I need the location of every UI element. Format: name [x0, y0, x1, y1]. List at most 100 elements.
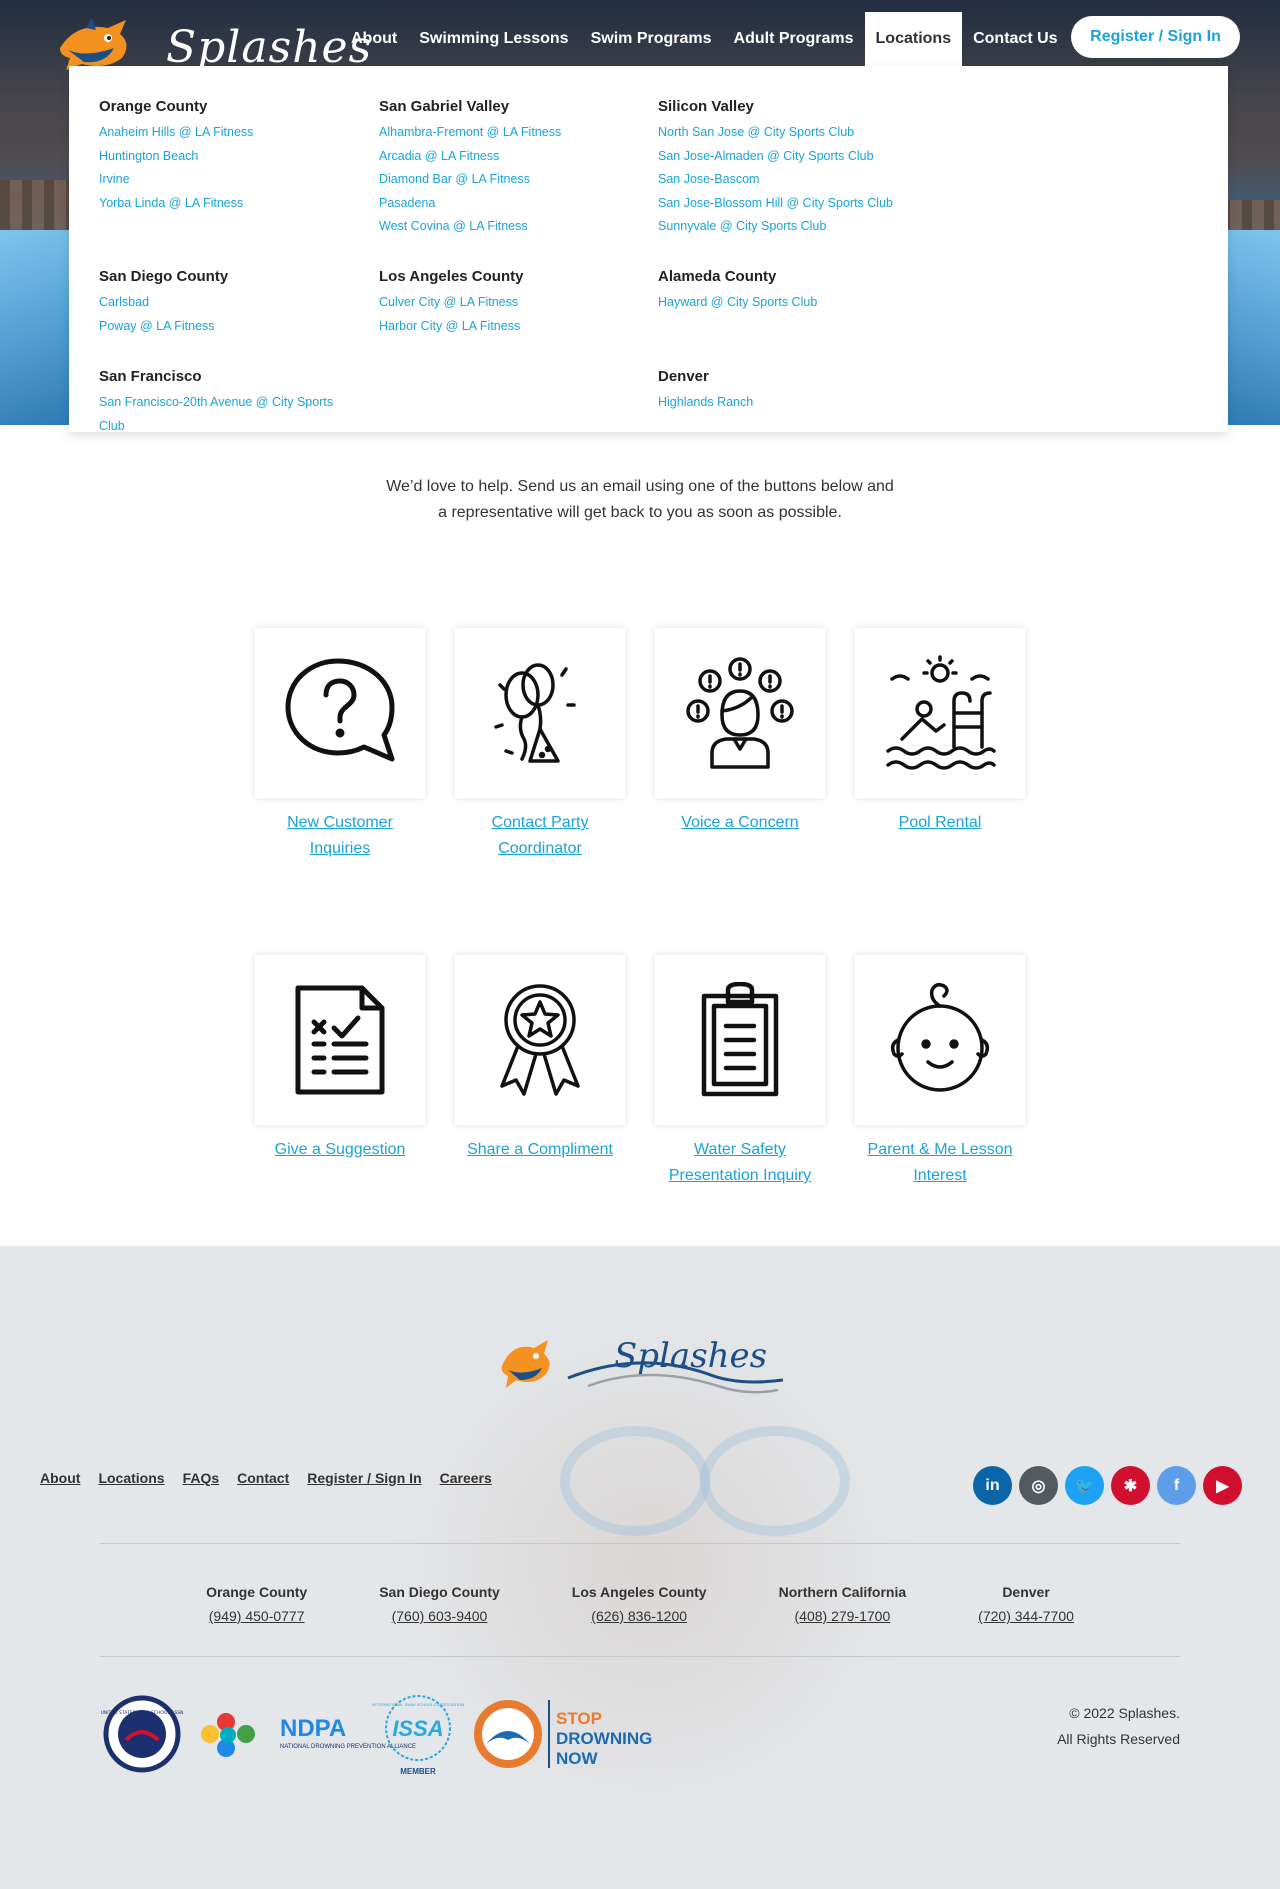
card-share-a-compliment[interactable]: Share a Compliment [455, 955, 625, 1163]
site-logo[interactable]: Splashes [56, 14, 371, 74]
linkedin-icon[interactable]: in [973, 1466, 1012, 1505]
goggles-decoration [700, 1426, 850, 1536]
card-link[interactable]: Give a Suggestion [255, 1137, 425, 1163]
card-parent-me-lesson-interest[interactable]: Parent & Me Lesson Interest [855, 955, 1025, 1189]
card-icon-box[interactable] [655, 955, 825, 1125]
shark-mascot-icon [60, 18, 127, 70]
location-link[interactable]: Sunnyvale @ City Sports Club [658, 215, 928, 239]
location-group-title: San Francisco [99, 368, 202, 385]
card-link[interactable]: Water Safety Presentation Inquiry [655, 1137, 825, 1189]
location-link[interactable]: San Francisco-20th Avenue @ City Sports … [99, 391, 359, 438]
issa-member-logo[interactable]: INTERNATIONAL SWIM SCHOOLS ASSOCIATION I… [372, 1695, 464, 1776]
footer-link-locations[interactable]: Locations [98, 1470, 164, 1486]
stop-drowning-now-logo[interactable]: STOP DROWNING NOW [474, 1700, 652, 1768]
phone-number-link[interactable]: (720) 344-7700 [978, 1604, 1074, 1628]
location-link[interactable]: Anaheim Hills @ LA Fitness [99, 121, 369, 145]
card-icon-box[interactable] [855, 628, 1025, 798]
location-link[interactable]: Huntington Beach [99, 145, 369, 169]
location-group-title: Orange County [99, 98, 208, 115]
footer-links: About Locations FAQs Contact Register / … [40, 1470, 492, 1486]
us-swim-school-association-logo[interactable]: UNITED STATES SWIM SCHOOL ASSN [101, 1695, 184, 1773]
ndpa-logo[interactable]: NDPA NATIONAL DROWNING PREVENTION ALLIAN… [201, 1713, 416, 1757]
location-link[interactable]: Poway @ LA Fitness [99, 315, 369, 339]
card-icon-box[interactable] [455, 955, 625, 1125]
footer-link-careers[interactable]: Careers [440, 1470, 492, 1486]
location-link[interactable]: Irvine [99, 168, 369, 192]
instagram-icon[interactable]: ◎ [1019, 1466, 1058, 1505]
card-new-customer-inquiries[interactable]: New Customer Inquiries [255, 628, 425, 862]
card-icon-box[interactable] [655, 628, 825, 798]
twitter-icon[interactable]: 🐦 [1065, 1466, 1104, 1505]
region-name: Los Angeles County [571, 1584, 707, 1600]
footer-link-faqs[interactable]: FAQs [183, 1470, 220, 1486]
concern-person-icon [686, 657, 794, 769]
copyright-line: All Rights Reserved [1057, 1731, 1180, 1747]
nav-about[interactable]: About [340, 12, 408, 66]
location-link[interactable]: Highlands Ranch [658, 391, 928, 415]
card-icon-box[interactable] [455, 628, 625, 798]
location-link[interactable]: Arcadia @ LA Fitness [379, 145, 649, 169]
card-pool-rental[interactable]: Pool Rental [855, 628, 1025, 836]
svg-text:NATIONAL DROWNING PREVENTION A: NATIONAL DROWNING PREVENTION ALLIANCE [280, 1744, 416, 1750]
card-link[interactable]: Contact Party Coordinator [455, 810, 625, 862]
location-link[interactable]: Diamond Bar @ LA Fitness [379, 168, 649, 192]
svg-text:INTERNATIONAL SWIM SCHOOLS ASS: INTERNATIONAL SWIM SCHOOLS ASSOCIATION [372, 1702, 464, 1707]
footer-link-about[interactable]: About [40, 1470, 80, 1486]
card-link[interactable]: Pool Rental [855, 810, 1025, 836]
card-voice-a-concern[interactable]: Voice a Concern [655, 628, 825, 836]
phone-los-angeles-county: Los Angeles County (626) 836-1200 [536, 1580, 743, 1628]
location-link[interactable]: Yorba Linda @ LA Fitness [99, 192, 369, 216]
phone-northern-california: Northern California (408) 279-1700 [743, 1580, 943, 1628]
location-link[interactable]: Pasadena [379, 192, 649, 216]
card-icon-box[interactable] [255, 628, 425, 798]
facebook-icon[interactable]: f [1157, 1466, 1196, 1505]
intro-line: We’d love to help. Send us an email usin… [386, 478, 894, 495]
location-group-title: San Diego County [99, 268, 229, 285]
phone-number-link[interactable]: (626) 836-1200 [572, 1604, 707, 1628]
footer-link-register[interactable]: Register / Sign In [307, 1470, 421, 1486]
nav-swim-programs[interactable]: Swim Programs [580, 12, 723, 66]
svg-text:UNITED STATES SWIM SCHOOL ASSN: UNITED STATES SWIM SCHOOL ASSN [101, 1710, 184, 1716]
location-link[interactable]: Culver City @ LA Fitness [379, 291, 649, 315]
card-link[interactable]: New Customer Inquiries [255, 810, 425, 862]
location-group-san-francisco: San Francisco San Francisco-20th Avenue … [99, 368, 359, 438]
card-give-a-suggestion[interactable]: Give a Suggestion [255, 955, 425, 1163]
card-icon-box[interactable] [255, 955, 425, 1125]
location-link[interactable]: San Jose-Almaden @ City Sports Club [658, 145, 928, 169]
card-icon-box[interactable] [855, 955, 1025, 1125]
location-link[interactable]: North San Jose @ City Sports Club [658, 121, 928, 145]
card-link[interactable]: Parent & Me Lesson Interest [855, 1137, 1025, 1189]
location-link[interactable]: Carlsbad [99, 291, 369, 315]
location-link[interactable]: Hayward @ City Sports Club [658, 291, 928, 315]
location-link[interactable]: Alhambra-Fremont @ LA Fitness [379, 121, 649, 145]
site-footer: Splashes About Locations FAQs Contact Re… [0, 1246, 1280, 1889]
card-water-safety-presentation[interactable]: Water Safety Presentation Inquiry [655, 955, 825, 1189]
card-link[interactable]: Share a Compliment [455, 1137, 625, 1163]
register-sign-in-button[interactable]: Register / Sign In [1071, 16, 1240, 58]
svg-text:MEMBER: MEMBER [400, 1767, 436, 1776]
location-link[interactable]: West Covina @ LA Fitness [379, 215, 649, 239]
location-group-denver: Denver Highlands Ranch [658, 368, 928, 415]
card-link[interactable]: Voice a Concern [655, 810, 825, 836]
location-link[interactable]: San Jose-Blossom Hill @ City Sports Club [658, 192, 928, 216]
award-ribbon-icon [500, 984, 580, 1096]
affiliation-badges: UNITED STATES SWIM SCHOOL ASSN NDPA NATI… [101, 1695, 652, 1776]
nav-locations[interactable]: Locations [864, 12, 963, 66]
phone-san-diego-county: San Diego County (760) 603-9400 [343, 1580, 536, 1628]
location-link[interactable]: Harbor City @ LA Fitness [379, 315, 649, 339]
nav-adult-programs[interactable]: Adult Programs [723, 12, 865, 66]
nav-contact-us[interactable]: Contact Us [962, 12, 1068, 66]
phone-number-link[interactable]: (760) 603-9400 [379, 1604, 500, 1628]
phone-number-link[interactable]: (949) 450-0777 [206, 1604, 307, 1628]
yelp-icon[interactable]: ✱ [1111, 1466, 1150, 1505]
location-link[interactable]: San Jose-Bascom [658, 168, 928, 192]
baby-face-icon [890, 982, 990, 1092]
youtube-icon[interactable]: ▶ [1203, 1466, 1242, 1505]
card-contact-party-coordinator[interactable]: Contact Party Coordinator [455, 628, 625, 862]
footer-link-contact[interactable]: Contact [237, 1470, 289, 1486]
footer-divider [100, 1656, 1180, 1657]
footer-logo[interactable]: Splashes [498, 1330, 783, 1400]
phone-number-link[interactable]: (408) 279-1700 [779, 1604, 907, 1628]
pool-water-image [0, 230, 80, 425]
nav-swimming-lessons[interactable]: Swimming Lessons [408, 12, 579, 66]
